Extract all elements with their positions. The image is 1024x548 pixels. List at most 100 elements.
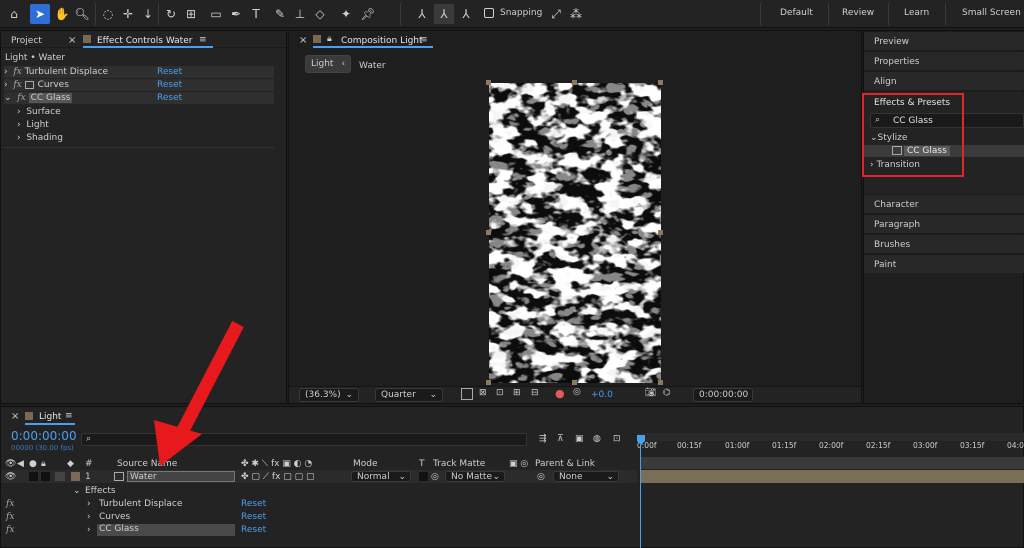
effect-row[interactable]: › fx Curves Reset [4,79,274,91]
column-mode[interactable]: Mode [353,459,378,469]
fx-icon[interactable]: fx [6,525,14,535]
expand-chevron-icon[interactable]: › [17,107,21,117]
timeline-search-input[interactable]: ⌕ [81,433,527,446]
roto-brush-tool-icon[interactable]: ✦ [336,4,356,24]
panel-menu-icon[interactable]: ≡ [420,35,428,45]
expand-chevron-icon[interactable]: › [87,525,91,535]
blend-mode-dropdown[interactable]: Normal ⌄ [351,471,411,482]
workspace-review[interactable]: Review [842,8,874,18]
expand-chevron-icon[interactable]: › [87,499,91,509]
transform-handle[interactable] [658,380,663,385]
fx-icon[interactable]: fx [6,499,14,509]
fx-icon[interactable]: fx [17,93,25,103]
comp-flowchart-icon[interactable]: ⇶ [539,434,547,444]
composition-nav-water[interactable]: Water [359,61,386,71]
panel-align[interactable]: Align [864,71,1024,90]
workspace-learn[interactable]: Learn [904,8,929,18]
frame-blending-icon[interactable]: ◍ [593,434,601,444]
transparency-grid-icon[interactable]: ⊠ [479,388,487,398]
resolution-dropdown[interactable]: Quarter ⌄ [375,388,443,402]
transform-handle[interactable] [486,230,491,235]
puppet-pin-tool-icon[interactable]: 📌︎ [358,4,378,24]
panel-preview[interactable]: Preview [864,31,1024,50]
fx-icon[interactable]: fx [13,67,21,77]
transform-handle[interactable] [486,80,491,85]
expand-chevron-icon[interactable]: › [17,133,21,143]
draft-3d-icon[interactable]: ⊼ [557,434,564,444]
reset-link[interactable]: Reset [157,93,182,103]
layer-row[interactable]: 👁︎ 1 Water ✤ ▢ ⟋ fx ▢ ▢ ▢ Normal ⌄ ◎ No … [1,470,637,483]
view-axis-icon[interactable]: ⅄ [456,4,476,24]
local-axis-icon[interactable]: ⅄ [412,4,432,24]
color-management-icon[interactable]: ◎ [573,387,581,397]
selection-tool-icon[interactable]: ➤ [30,4,50,24]
reset-link[interactable]: Reset [157,80,182,90]
snapshot-camera-icon[interactable]: 📷︎ [645,388,656,398]
composition-nav-light[interactable]: Light ‹ [305,55,351,73]
tab-effect-controls[interactable]: Effect Controls Water [97,36,192,46]
show-snapshot-icon[interactable]: ⌬ [663,388,671,398]
reset-link[interactable]: Reset [157,67,182,77]
switches-icons[interactable]: ✤ ✱ ⟍ fx ▣ ◐ ◔ [241,459,312,469]
collapse-chevron-icon[interactable]: ⌄ [73,486,81,496]
orbit-camera-icon[interactable]: ◌ [98,4,118,24]
property-group[interactable]: › Surface [17,106,61,118]
graph-editor-icon[interactable]: ⊡ [613,434,621,444]
audio-icon[interactable]: ◀︎ [17,459,24,469]
column-parent[interactable]: Parent & Link [535,459,595,469]
close-icon[interactable]: × [11,411,19,422]
expand-chevron-icon[interactable]: › [17,120,21,130]
panel-brushes[interactable]: Brushes [864,234,1024,253]
label-color-swatch[interactable] [71,472,80,481]
video-eye-icon[interactable]: 👁︎ [5,459,16,469]
eraser-tool-icon[interactable]: ◇ [310,4,330,24]
panel-menu-icon[interactable]: ≡ [199,35,207,45]
layer-name[interactable]: Water [127,471,235,482]
workspace-small-screen[interactable]: Small Screen [962,8,1021,18]
pen-tool-icon[interactable]: ✒ [226,4,246,24]
property-group[interactable]: › Shading [17,132,63,144]
layer-duration-bar[interactable] [641,470,1024,483]
work-area-bar[interactable] [637,433,1024,441]
transform-handle[interactable] [486,380,491,385]
home-icon[interactable]: ⌂ [4,4,24,24]
reset-link[interactable]: Reset [241,499,266,509]
solo-icon[interactable]: ● [29,459,37,469]
timeline-effect-row[interactable]: fx › Turbulent Displace Reset [1,497,637,510]
time-ruler[interactable]: 0:00f 00:15f 01:00f 01:15f 02:00f 02:15f… [637,441,1024,453]
rotation-tool-icon[interactable]: ↻ [161,4,181,24]
timeline-effect-row[interactable]: fx › Curves Reset [1,510,637,523]
parent-dropdown[interactable]: None ⌄ [553,471,619,482]
zoom-dropdown[interactable]: (36.3%) ⌄ [299,388,359,402]
visibility-eye-icon[interactable]: 👁︎ [5,472,16,482]
anchor-point-tool-icon[interactable]: ⊞ [181,4,201,24]
panel-character[interactable]: Character [864,194,1024,213]
panel-paragraph[interactable]: Paragraph [864,214,1024,233]
transform-handle[interactable] [658,80,663,85]
expand-chevron-icon[interactable]: › [4,80,8,90]
guides-icon[interactable]: ⊟ [531,388,539,398]
snapping-checkbox[interactable] [484,8,494,18]
mask-visibility-icon[interactable]: ⊡ [496,388,504,398]
snap-expand-icon[interactable]: ⤢ [546,4,566,24]
current-timecode[interactable]: 0:00:00:00 [11,429,77,443]
effects-group-row[interactable]: ⌄ Effects [1,484,637,497]
label-tag-icon[interactable]: ◆ [67,459,74,469]
timeline-effect-row[interactable]: fx › CC Glass Reset [1,523,637,536]
rectangle-tool-icon[interactable]: ▭ [206,4,226,24]
track-matte-dropdown[interactable]: No Matte ⌄ [445,471,505,482]
expand-chevron-icon[interactable]: › [87,512,91,522]
hand-tool-icon[interactable]: ✋ [52,4,72,24]
lock-icon[interactable]: 🔒︎ [41,459,46,469]
brush-tool-icon[interactable]: ✎ [270,4,290,24]
transform-handle[interactable] [572,80,577,85]
layer-switches[interactable]: ✤ ▢ ⟋ fx ▢ ▢ ▢ [241,472,315,482]
snap-options-icon[interactable]: ⁂ [566,4,586,24]
collapse-chevron-icon[interactable]: ⌄ [4,93,12,103]
fx-icon[interactable]: fx [13,80,21,90]
shy-layers-icon[interactable]: ▣ [575,434,584,444]
close-icon[interactable]: × [68,35,76,46]
exposure-value[interactable]: +0.0 [591,390,613,400]
fast-previews-icon[interactable] [461,388,473,400]
fx-icon[interactable]: fx [6,512,14,522]
